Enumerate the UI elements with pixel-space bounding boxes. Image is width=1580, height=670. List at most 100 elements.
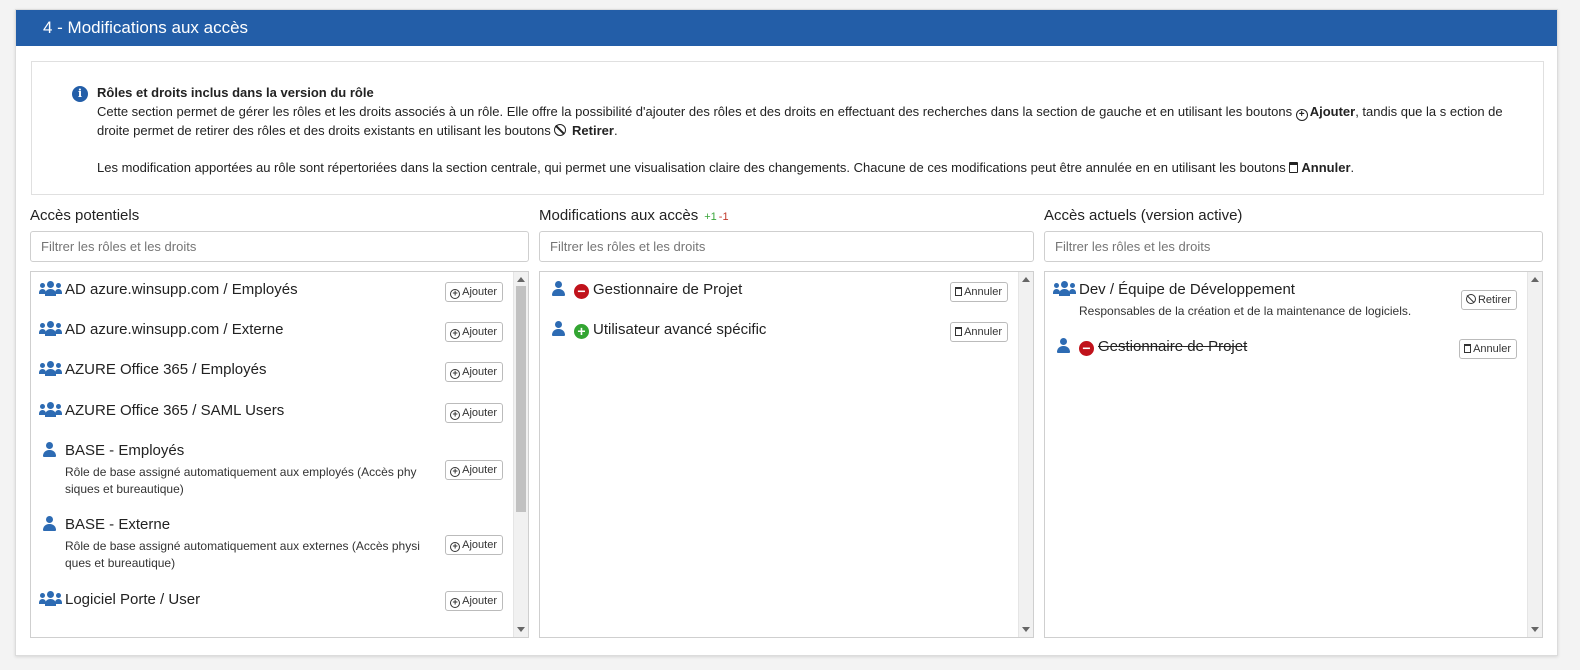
list-item: Logiciel Porte / User + Ajouter	[31, 582, 513, 622]
add-button-label: Ajouter	[462, 595, 497, 607]
ban-icon	[554, 124, 567, 136]
item-name: AD azure.winsupp.com / Employés	[65, 281, 298, 298]
item-name: − Gestionnaire de Projet	[1079, 338, 1247, 356]
item-name: AZURE Office 365 / Employés	[65, 361, 267, 378]
modifications-scrollbar[interactable]	[1018, 272, 1033, 637]
add-button-label: Ajouter	[462, 286, 497, 298]
plus-circle-icon: +	[450, 410, 461, 420]
scroll-down-icon[interactable]	[517, 627, 525, 632]
cancel-button-label: Annuler	[964, 326, 1002, 338]
item-description: Rôle de base assigné automatiquement aux…	[65, 539, 420, 570]
item-name: Logiciel Porte / User	[65, 591, 201, 608]
item-name-text: Gestionnaire de Projet	[1098, 338, 1248, 355]
info-p1-end: .	[613, 123, 618, 138]
group-icon	[39, 321, 62, 337]
section-header: 4 - Modifications aux accès	[16, 10, 1557, 46]
added-count: +1	[704, 211, 717, 223]
list-item: + Utilisateur avancé spécific Annuler	[540, 312, 1018, 352]
list-item: BASE - Employés Rôle de base assigné aut…	[31, 433, 513, 507]
trash-icon	[1289, 162, 1299, 173]
info-paragraph-1: Cette section permet de gérer les rôles …	[97, 102, 1517, 140]
potential-scrollbar[interactable]	[513, 272, 528, 637]
list-item: BASE - Externe Rôle de base assigné auto…	[31, 507, 513, 581]
modifications-title-text: Modifications aux accès	[539, 207, 699, 224]
ban-icon	[1465, 294, 1476, 304]
add-button[interactable]: + Ajouter	[445, 591, 503, 611]
add-button[interactable]: + Ajouter	[445, 403, 503, 423]
minus-circle-icon: −	[574, 284, 589, 299]
info-cancel-label: Annuler	[1301, 160, 1351, 175]
group-icon	[39, 591, 62, 607]
item-name: AD azure.winsupp.com / Externe	[65, 321, 284, 338]
item-name: AZURE Office 365 / SAML Users	[65, 402, 285, 419]
modifications-filter-input[interactable]	[539, 231, 1034, 262]
user-icon	[1054, 338, 1074, 354]
info-p2-end: .	[1350, 160, 1355, 175]
user-icon	[549, 281, 569, 297]
list-item: AZURE Office 365 / SAML Users + Ajouter	[31, 393, 513, 433]
scroll-down-icon[interactable]	[1022, 627, 1030, 632]
info-paragraph-2: Les modification apportées au rôle sont …	[97, 158, 1517, 177]
user-icon	[40, 442, 60, 458]
trash-icon	[955, 327, 963, 336]
current-access-column: Accès actuels (version active) Dev / Équ…	[1044, 206, 1543, 638]
add-button[interactable]: + Ajouter	[445, 322, 503, 342]
plus-circle-icon: +	[450, 369, 461, 379]
info-p2-text: Les modification apportées au rôle sont …	[97, 160, 1290, 175]
add-button-label: Ajouter	[462, 464, 497, 476]
current-filter-input[interactable]	[1044, 231, 1543, 262]
item-name: Dev / Équipe de Développement	[1079, 281, 1295, 298]
info-icon: i	[72, 86, 88, 102]
add-button[interactable]: + Ajouter	[445, 535, 503, 555]
scroll-up-icon[interactable]	[1022, 277, 1030, 282]
group-icon	[39, 281, 62, 297]
group-icon	[39, 402, 62, 418]
current-scrollbar[interactable]	[1527, 272, 1542, 637]
potential-access-title: Accès potentiels	[30, 207, 140, 224]
item-description: Rôle de base assigné automatiquement aux…	[65, 465, 417, 496]
item-name-text: Gestionnaire de Projet	[593, 281, 743, 298]
modifications-title: Modifications aux accès +1 -1	[539, 206, 1034, 226]
list-item: Dev / Équipe de Développement Responsabl…	[1045, 272, 1527, 329]
modifications-list[interactable]: − Gestionnaire de Projet Annuler + Utilisa…	[539, 271, 1034, 638]
scroll-up-icon[interactable]	[1531, 277, 1539, 282]
info-text: Rôles et droits inclus dans la version d…	[97, 83, 1517, 177]
trash-icon	[955, 287, 963, 296]
scroll-up-icon[interactable]	[517, 277, 525, 282]
add-button[interactable]: + Ajouter	[445, 460, 503, 480]
potential-filter-input[interactable]	[30, 231, 529, 262]
potential-access-list[interactable]: AD azure.winsupp.com / Employés + Ajouter…	[30, 271, 529, 638]
add-button[interactable]: + Ajouter	[445, 282, 503, 302]
scroll-thumb[interactable]	[516, 286, 526, 512]
cancel-button[interactable]: Annuler	[1459, 339, 1517, 359]
plus-circle-icon: +	[450, 542, 461, 552]
potential-access-column: Accès potentiels AD azure.winsupp.com / …	[30, 206, 529, 638]
add-button-label: Ajouter	[462, 539, 497, 551]
info-box: i Rôles et droits inclus dans la version…	[31, 61, 1544, 195]
info-add-label: Ajouter	[1309, 104, 1356, 119]
info-p1-text: Cette section permet de gérer les rôles …	[97, 104, 1296, 119]
plus-circle-icon: +	[450, 598, 461, 608]
list-item: AZURE Office 365 / Employés + Ajouter	[31, 352, 513, 392]
modifications-column: Modifications aux accès +1-1 −Gestionnair…	[539, 206, 1034, 638]
list-item: AD azure.winsupp.com / Employés + Ajouter	[31, 272, 513, 312]
item-name: BASE - Externe	[65, 516, 171, 533]
current-access-title: Accès actuels (version active)	[1044, 207, 1243, 224]
add-button[interactable]: + Ajouter	[445, 362, 503, 382]
item-name-text: Utilisateur avancé spécific	[593, 321, 767, 338]
item-name: − Gestionnaire de Projet	[574, 281, 742, 299]
remove-button[interactable]: Retirer	[1460, 290, 1517, 310]
plus-circle-icon: +	[450, 467, 461, 477]
removed-count: -1	[718, 211, 729, 223]
scroll-down-icon[interactable]	[1531, 627, 1539, 632]
cancel-button[interactable]: Annuler	[950, 322, 1008, 342]
cancel-button-label: Annuler	[1473, 343, 1511, 355]
list-item: − Gestionnaire de Projet Annuler	[540, 272, 1018, 312]
item-description: Responsables de la création et de la mai…	[1079, 304, 1412, 318]
cancel-button[interactable]: Annuler	[950, 282, 1008, 302]
remove-button-label: Retirer	[1477, 294, 1511, 306]
user-icon	[40, 516, 60, 532]
plus-circle-icon: +	[450, 329, 461, 339]
current-access-list[interactable]: Dev / Équipe de Développement Responsabl…	[1044, 271, 1543, 638]
list-item: − Gestionnaire de Projet Annuler	[1045, 329, 1527, 369]
